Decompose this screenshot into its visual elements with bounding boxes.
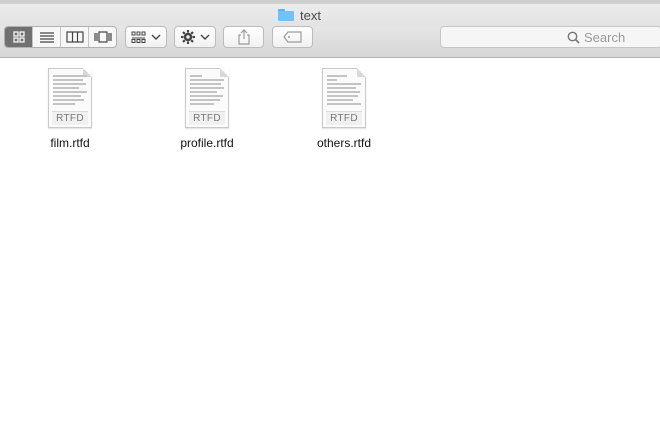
file-type-badge: RTFD xyxy=(52,111,88,125)
file-name: film.rtfd xyxy=(50,136,90,150)
rtfd-document-icon: RTFD xyxy=(185,68,229,128)
rtfd-document-icon: RTFD xyxy=(322,68,366,128)
gear-icon xyxy=(181,30,195,44)
chevron-down-icon xyxy=(200,34,210,40)
arrange-grid-icon xyxy=(131,31,146,43)
folder-icon xyxy=(278,9,294,21)
finder-toolbar: Search xyxy=(0,26,660,58)
file-browser-area[interactable]: RTFD film.rtfd RTFD profile.rtfd RTFD ot… xyxy=(0,58,660,440)
cover-flow-view-button[interactable] xyxy=(89,27,116,47)
file-type-badge: RTFD xyxy=(189,111,225,125)
column-view-icon xyxy=(65,31,84,43)
search-placeholder: Search xyxy=(584,30,626,45)
file-item-film[interactable]: RTFD film.rtfd xyxy=(15,68,125,150)
file-name: others.rtfd xyxy=(316,136,372,150)
search-icon xyxy=(567,31,580,44)
tag-button[interactable] xyxy=(272,26,313,48)
window-titlebar: text xyxy=(0,4,660,26)
file-name: profile.rtfd xyxy=(180,136,234,150)
background-text xyxy=(14,0,17,3)
share-icon xyxy=(237,29,250,45)
icon-view-icon xyxy=(12,31,25,43)
arrange-button[interactable] xyxy=(125,26,167,48)
list-view-button[interactable] xyxy=(33,27,61,47)
window-title: text xyxy=(278,7,321,23)
chevron-down-icon xyxy=(151,34,161,40)
rtfd-document-icon: RTFD xyxy=(48,68,92,128)
window-title-text: text xyxy=(300,7,321,23)
file-item-profile[interactable]: RTFD profile.rtfd xyxy=(152,68,262,150)
tag-icon xyxy=(282,31,302,43)
share-button[interactable] xyxy=(223,26,264,48)
column-view-button[interactable] xyxy=(61,27,89,47)
file-item-others[interactable]: RTFD others.rtfd xyxy=(289,68,399,150)
list-view-icon xyxy=(39,32,54,43)
icon-view-button[interactable] xyxy=(5,27,33,47)
file-type-badge: RTFD xyxy=(326,111,362,125)
cover-flow-icon xyxy=(93,31,112,43)
view-mode-selector xyxy=(4,26,117,48)
search-field[interactable]: Search xyxy=(440,26,660,48)
action-button[interactable] xyxy=(174,26,216,48)
